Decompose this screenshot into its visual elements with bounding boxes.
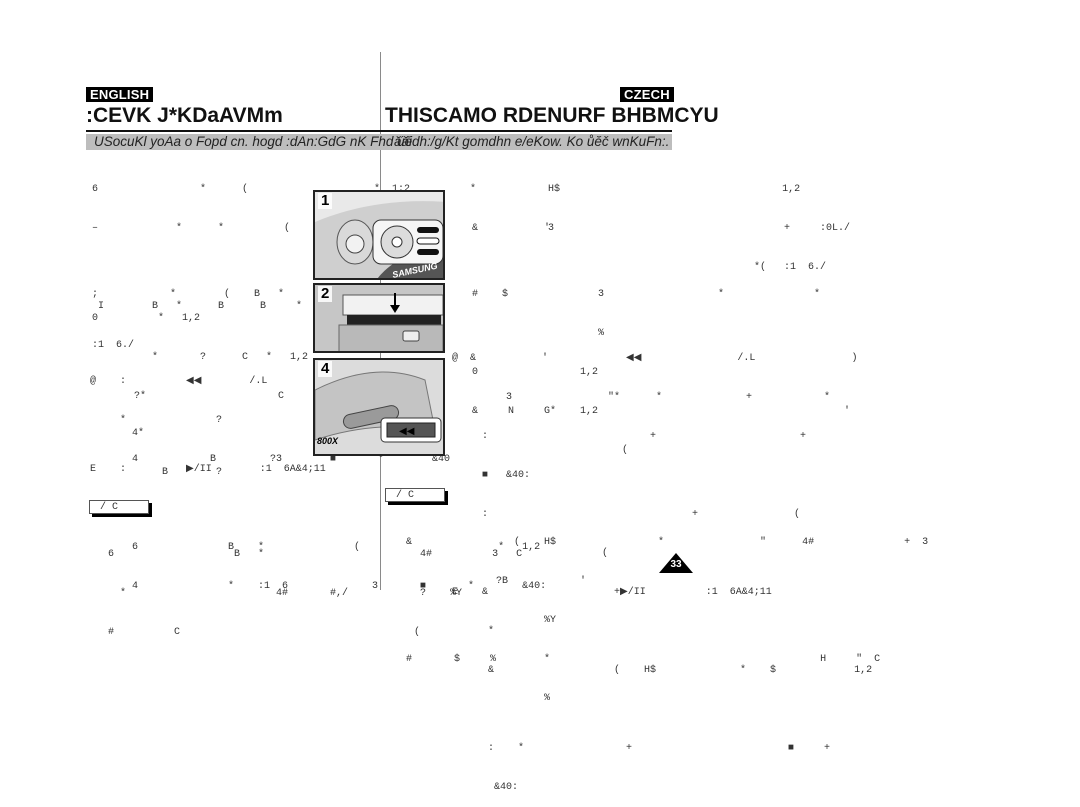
- figure-4-rewind-button: ◀◀ 800X 4: [313, 358, 445, 456]
- rewind-glyph: ◀◀: [399, 426, 415, 437]
- page-number: 33: [670, 559, 682, 570]
- rewind-button-illustration: ◀◀ 800X: [315, 360, 443, 454]
- figure-number: 4: [318, 361, 333, 377]
- model-text: 800X: [317, 436, 339, 446]
- text-line: ■ &40:: [452, 470, 531, 481]
- cassette-illustration: [315, 285, 443, 351]
- text-line: : + +: [452, 431, 807, 442]
- text-line: &40:: [452, 782, 519, 793]
- note-label-english: / C: [89, 500, 149, 514]
- note-label-czech: / C: [385, 488, 445, 502]
- text-line: %: [394, 693, 551, 704]
- subtitle-czech: ăăidh:/g/Kt gomdhn e/eKow. Ko ůĕč wnKuFn…: [394, 134, 670, 149]
- figure-2-cassette: 2: [313, 283, 445, 353]
- text-line: : * H$ 1,2: [398, 184, 801, 195]
- text-line: ?B ': [394, 576, 587, 587]
- czech-note-body: & ( H$ * " 4# + 3 ?B ' %Y # $ % * H " C …: [394, 510, 928, 718]
- subtitle-bar: USocuKl yoAa o Fopd cn. hogd :dAn:GdG nK…: [86, 134, 672, 150]
- text-line: @ & ' ◀◀ /.L ): [452, 353, 858, 364]
- figure-number: 1: [318, 193, 333, 209]
- page-title-czech: THISCAMO RDENURF BHBMCYU: [385, 104, 719, 127]
- header-rule: [86, 130, 672, 132]
- page-title-english: :CEVK J*KDaAVMm: [86, 104, 283, 127]
- text-line: # $ 3 * *: [472, 289, 821, 300]
- camcorder-dial-illustration: SAMSUNG: [315, 192, 443, 278]
- figure-1-mode-dial: SAMSUNG 1: [313, 190, 445, 280]
- text-line: %Y: [394, 615, 557, 626]
- text-line: 3 "* * + *: [452, 392, 831, 403]
- text-line: : * + ■ +: [452, 743, 831, 754]
- subtitle-english: USocuKl yoAa o Fopd cn. hogd :dAn:GdG nK…: [94, 134, 413, 149]
- language-badge-english: ENGLISH: [86, 87, 154, 102]
- text-line: & ' + :0L./: [472, 223, 851, 234]
- language-badge-czech: CZECH: [620, 87, 674, 102]
- text-line: # $ % * H " C: [394, 654, 881, 665]
- figure-number: 2: [318, 286, 333, 302]
- text-line: & ( H$ * " 4# + 3: [394, 537, 929, 548]
